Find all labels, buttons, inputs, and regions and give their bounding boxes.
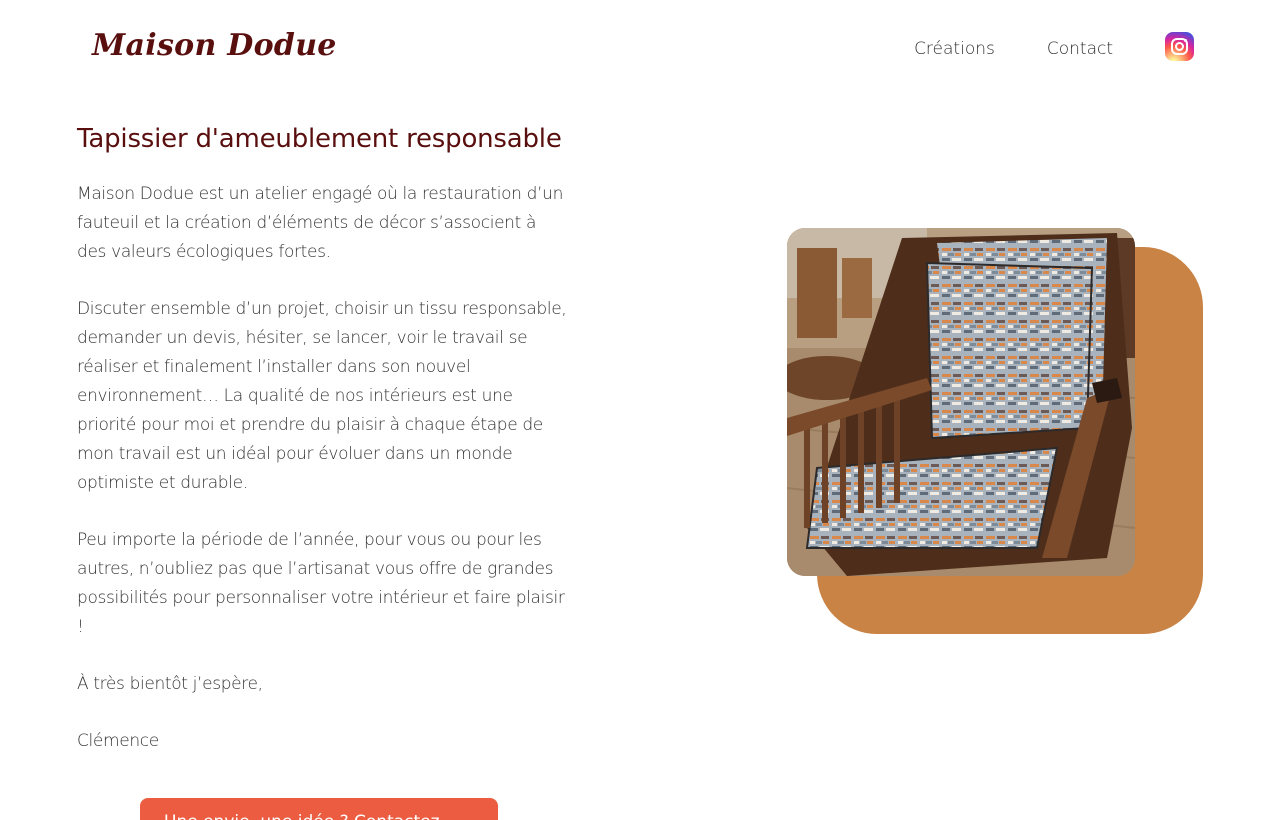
nav-item-contact[interactable]: Contact (1047, 39, 1113, 59)
armchair-photo (787, 228, 1135, 576)
nav-item-creations[interactable]: Créations (914, 39, 995, 59)
signature: Clémence (77, 731, 159, 751)
paragraph: Maison Dodue est un atelier engagé où la… (77, 184, 563, 262)
instagram-icon[interactable] (1165, 32, 1194, 61)
page-title: Tapissier d'ameublement responsable (77, 124, 562, 154)
paragraph: Peu importe la période de l’année, pour … (77, 530, 565, 637)
main-nav: Créations Contact (914, 32, 1194, 61)
contact-cta-button[interactable]: Une envie, une idée ? Contactez-moi ! (140, 798, 498, 820)
intro-text: Maison Dodue est un atelier engagé où la… (77, 180, 567, 784)
page: Maison Dodue Créations Contact Tapissier… (0, 0, 1280, 820)
greeting: À très bientôt j’espère, (77, 674, 263, 694)
site-logo[interactable]: Maison Dodue (92, 28, 337, 63)
paragraph: Discuter ensemble d’un projet, choisir u… (77, 299, 567, 493)
